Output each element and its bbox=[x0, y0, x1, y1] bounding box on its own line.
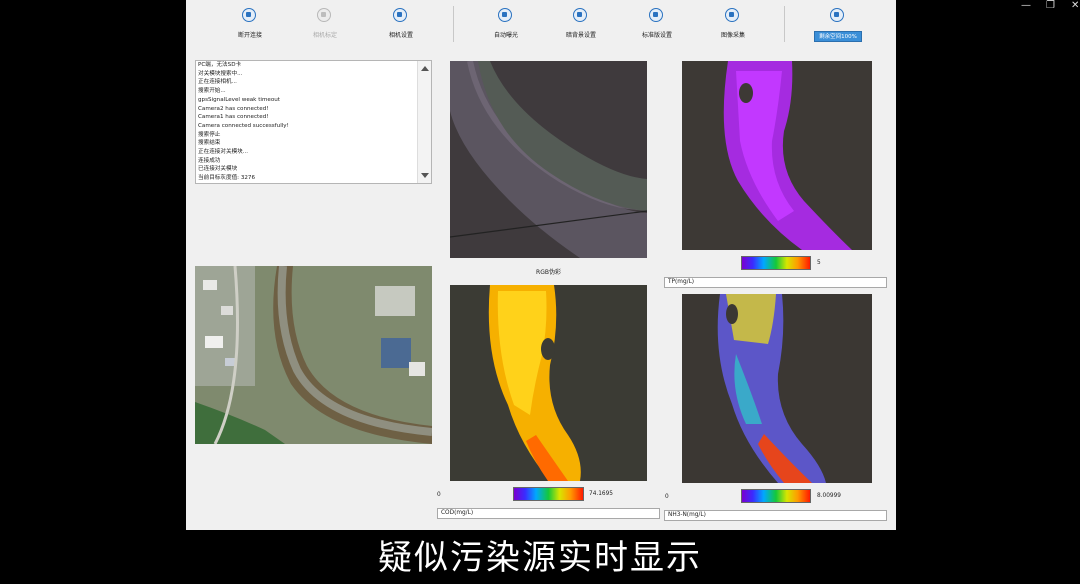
storage-icon bbox=[830, 8, 844, 22]
log-line: 正在连接对关模块... bbox=[198, 149, 249, 156]
auto-exposure-label: 自动曝光 bbox=[493, 32, 518, 39]
close-icon[interactable]: ✕ bbox=[1071, 0, 1079, 12]
dark-bg-settings-label: 暗背景设置 bbox=[565, 32, 596, 39]
log-panel[interactable]: PC端，无法SD卡 对关模块搜索中... 正在连接相机... 搜索开始... gpsSi… bbox=[195, 60, 432, 184]
tp-field[interactable]: TP(mg/L) bbox=[664, 277, 887, 288]
calibrate-label: 相机标定 bbox=[312, 32, 337, 39]
cod-max-value: 74.1695 bbox=[589, 491, 613, 497]
log-line: Camera2 has connected! bbox=[198, 105, 269, 112]
log-line: gpsSignalLevel weak timeout bbox=[198, 96, 281, 103]
nh3-max-value: 8.00999 bbox=[817, 493, 841, 499]
exposure-icon bbox=[498, 8, 512, 22]
target-icon bbox=[649, 8, 663, 22]
log-line: 对关模块搜索中... bbox=[198, 70, 243, 77]
log-scrollbar[interactable] bbox=[417, 61, 431, 183]
tp-map-image bbox=[682, 61, 872, 250]
aerial-photo bbox=[195, 266, 432, 444]
book-icon bbox=[725, 8, 739, 22]
hyperspectral-app-window: 断开连接 相机标定 相机设置 自动曝光 暗背景设置 标准版设置 图像采集 剩余空… bbox=[186, 0, 896, 530]
tp-max-value: 5 bbox=[817, 260, 821, 266]
cod-min-value: 0 bbox=[437, 492, 441, 498]
log-line: Camera1 has connected! bbox=[198, 114, 269, 121]
standard-board-settings-label: 标准版设置 bbox=[641, 32, 672, 39]
camera-settings-button[interactable]: 相机设置 bbox=[366, 0, 436, 44]
nh3-field[interactable]: NH3-N(mg/L) bbox=[664, 510, 887, 521]
log-line: 连接成功 bbox=[198, 157, 221, 164]
camera-settings-label: 相机设置 bbox=[388, 32, 413, 39]
cod-map-art bbox=[450, 285, 647, 481]
rgb-pseudo-art bbox=[450, 61, 647, 258]
minimize-icon[interactable]: — bbox=[1021, 0, 1031, 12]
cod-map-image bbox=[450, 285, 647, 481]
restore-icon[interactable]: ❐ bbox=[1046, 0, 1055, 12]
nh3-map-art bbox=[682, 294, 872, 483]
log-line: 搜索停止 bbox=[198, 131, 221, 138]
image-capture-label: 图像采集 bbox=[720, 32, 745, 39]
aerial-photo-art bbox=[195, 266, 432, 444]
image-capture-button[interactable]: 图像采集 bbox=[698, 0, 768, 44]
rgb-caption: RGB伪彩 bbox=[536, 269, 561, 276]
standard-board-settings-button[interactable]: 标准版设置 bbox=[622, 0, 692, 44]
log-line: 已连接对关模块 bbox=[198, 166, 238, 173]
remaining-space-button[interactable]: 剩余空间100% bbox=[814, 31, 862, 42]
log-lines: PC端，无法SD卡 对关模块搜索中... 正在连接相机... 搜索开始... gpsSi… bbox=[198, 61, 416, 183]
nh3-map-image bbox=[682, 294, 872, 483]
scroll-down-icon[interactable] bbox=[421, 173, 429, 178]
log-line: PC端，无法SD卡 bbox=[198, 62, 242, 68]
auto-exposure-button[interactable]: 自动曝光 bbox=[471, 0, 541, 44]
log-line: 当前目标灰度值: 3276 bbox=[198, 175, 256, 182]
settings-menu-icon bbox=[393, 8, 407, 22]
cod-field[interactable]: COD(mg/L) bbox=[437, 508, 660, 519]
calibrate-button[interactable]: 相机标定 bbox=[290, 0, 360, 44]
video-subtitle: 疑似污染源实时显示 bbox=[378, 538, 702, 578]
log-line: 正在连接相机... bbox=[198, 79, 237, 86]
tp-colorbar bbox=[741, 256, 811, 270]
toolbar-divider bbox=[453, 6, 454, 42]
disconnect-button[interactable]: 断开连接 bbox=[215, 0, 285, 44]
disconnect-label: 断开连接 bbox=[237, 32, 262, 39]
log-line: 搜索结束 bbox=[198, 140, 221, 147]
tp-map-art bbox=[682, 61, 872, 250]
log-line: 搜索开始... bbox=[198, 88, 226, 95]
camera-icon bbox=[242, 8, 256, 22]
moon-icon bbox=[573, 8, 587, 22]
scroll-up-icon[interactable] bbox=[421, 66, 429, 71]
cod-colorbar bbox=[513, 487, 584, 501]
nh3-min-value: 0 bbox=[665, 494, 669, 500]
calibrate-icon bbox=[317, 8, 331, 22]
toolbar-divider bbox=[784, 6, 785, 42]
log-line: Camera connected successfully! bbox=[198, 122, 289, 129]
dark-bg-settings-button[interactable]: 暗背景设置 bbox=[546, 0, 616, 44]
nh3-colorbar bbox=[741, 489, 811, 503]
rgb-pseudo-image bbox=[450, 61, 647, 258]
